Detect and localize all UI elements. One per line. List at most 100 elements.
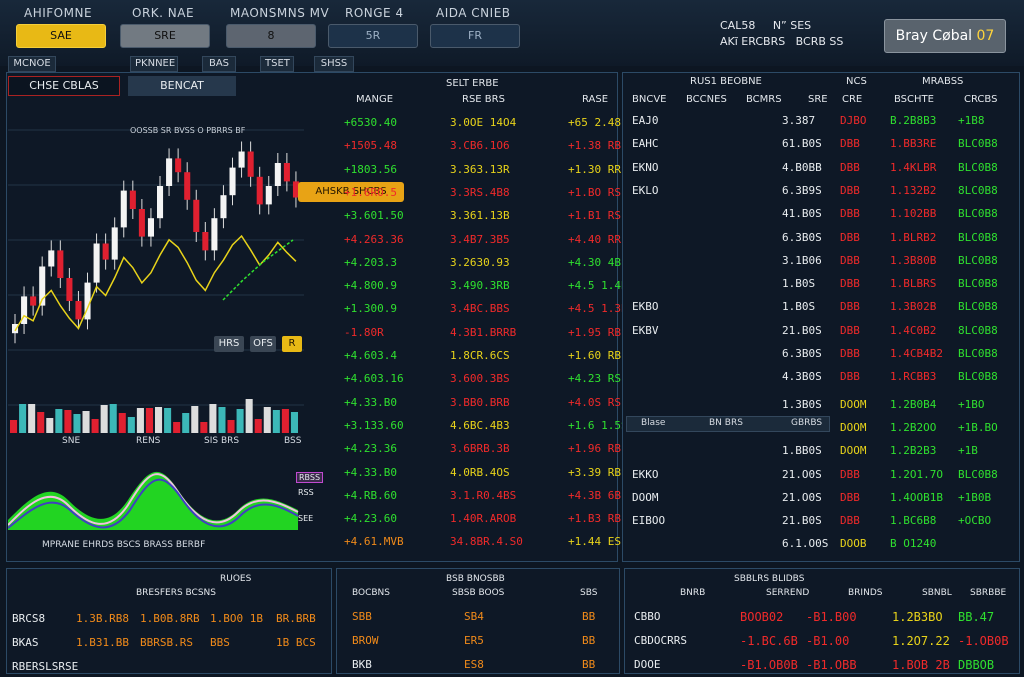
- axis-label-2: RENS: [136, 436, 161, 446]
- toolbar-button-2[interactable]: SRE: [120, 24, 210, 48]
- candle: [256, 176, 263, 205]
- order-book-tab-2[interactable]: BN BRS: [709, 418, 743, 428]
- order-book-price: 1.RCBB3: [890, 370, 937, 384]
- bottom-3-header: BNRB: [680, 588, 706, 598]
- volume-bar: [182, 413, 190, 433]
- order-book-symbol: EAHC: [632, 137, 659, 151]
- order-book-size: 1.B0S: [782, 300, 816, 314]
- order-book-total: +OCBO: [958, 514, 992, 528]
- candle: [120, 190, 127, 228]
- quote-cell-change: +4.23.60: [344, 512, 397, 526]
- candle: [193, 199, 200, 232]
- tab-2[interactable]: PKNNEE: [130, 56, 178, 72]
- order-book-side: DOOM: [840, 420, 867, 434]
- left-tab-second[interactable]: BENCAT: [128, 76, 236, 96]
- bottom-3-cell: -1.OB0B: [958, 634, 1009, 648]
- tab-1[interactable]: MCNOE: [8, 56, 56, 72]
- order-book-symbol: EKBO: [632, 300, 659, 314]
- quote-cell-price: 3.363.13R: [450, 162, 510, 176]
- candle: [129, 190, 136, 209]
- volume-bar: [55, 409, 63, 433]
- volume-bar: [10, 420, 18, 433]
- menu-item-1[interactable]: AHIFOMNE: [24, 6, 92, 20]
- quote-cell-price: 4.6BC.4B3: [450, 418, 510, 432]
- bottom-2-cell: BB: [582, 658, 596, 671]
- bottom-1-cell: BBS: [210, 636, 230, 649]
- order-book-side: DBB: [840, 253, 860, 267]
- order-book-tab-3[interactable]: GBRBS: [791, 418, 822, 428]
- menu-item-3[interactable]: MAONSMNS MV: [230, 6, 329, 20]
- quote-cell-price: 3.BB0.BRB: [450, 395, 510, 409]
- order-book-symbol: EKLO: [632, 183, 659, 197]
- order-book-price: 1.3B02B: [890, 300, 937, 314]
- quote-cell-rate: +1.44 ES: [568, 535, 621, 549]
- quote-cell-change: -1.80R: [344, 325, 384, 339]
- quote-cell-rate: +4.0S RS: [568, 395, 621, 409]
- tab-4[interactable]: TSET: [260, 56, 294, 72]
- quote-cell-change: +1803.56: [344, 162, 397, 176]
- bottom-2-cell: BB: [582, 634, 596, 647]
- candle: [66, 278, 73, 301]
- candle: [211, 218, 218, 251]
- quote-cell-rate: +4.5 1.3B: [568, 302, 628, 316]
- toolbar-button-1[interactable]: SAE: [16, 24, 106, 48]
- quote-cell-change: +1.300.9: [344, 302, 397, 316]
- buy-button[interactable]: Bray Cøbal 07: [884, 19, 1006, 53]
- menu-item-2[interactable]: ORK. NAE: [132, 6, 194, 20]
- left-tab-active[interactable]: CHSE CBLAS: [8, 76, 120, 96]
- quote-cell-rate: +1.BO RS: [568, 185, 621, 199]
- quote-cell-price: 3.CB6.1O6: [450, 139, 510, 153]
- tab-3[interactable]: BAS: [202, 56, 236, 72]
- order-book-total: +1BO: [958, 397, 985, 411]
- order-book-total: BLC0B8: [958, 137, 998, 151]
- candle: [220, 195, 227, 219]
- quote-cell-price: 3.600.3BS: [450, 372, 510, 386]
- toolbar-button-4[interactable]: 5R: [328, 24, 418, 48]
- volume-bar: [127, 417, 135, 433]
- quote-cell-change: +4.33.B0: [344, 395, 397, 409]
- quotes-header-2: RSE BRS: [462, 94, 505, 105]
- order-book-tab-1[interactable]: Blase: [641, 418, 665, 428]
- order-book-total: BLC0B8: [958, 160, 998, 174]
- order-book-side: DBB: [840, 207, 860, 221]
- volume-bar: [227, 420, 235, 433]
- toolbar-button-5[interactable]: FR: [430, 24, 520, 48]
- order-book-total: BLC0B8: [958, 300, 998, 314]
- volume-bar: [91, 419, 99, 433]
- order-book-header: BCCNES: [686, 94, 727, 105]
- order-book-price: 1.2B2OO: [890, 420, 937, 434]
- order-book-subtitle-right: MRABSS: [922, 76, 964, 87]
- axis-label-3: SIS BRS: [204, 436, 240, 446]
- bottom-panel-3-title: SBBLRS BLIDBS: [734, 574, 805, 584]
- order-book-size: 1.B0S: [782, 277, 816, 291]
- volume-bar: [145, 408, 153, 433]
- bottom-panel-2-title: BSB BNOSBB: [446, 574, 505, 584]
- tab-5[interactable]: SHSS: [314, 56, 354, 72]
- bottom-3-cell: -B1.B00: [806, 610, 857, 624]
- bottom-2-cell: ES8: [464, 658, 484, 671]
- order-book-size: 4.3B0S: [782, 370, 822, 384]
- bottom-2-cell: ER5: [464, 634, 484, 647]
- bottom-1-cell: 1.BO0 1B: [210, 612, 263, 625]
- candle: [30, 296, 37, 306]
- volume-bar: [236, 409, 244, 433]
- bottom-2-label: BKB: [352, 658, 372, 671]
- order-book-side: DBB: [840, 183, 860, 197]
- candle: [111, 227, 118, 260]
- toolbar-button-3[interactable]: 8: [226, 24, 316, 48]
- order-book-header: BSCHTE: [894, 94, 934, 105]
- bottom-3-cell: BB.47: [958, 610, 995, 624]
- quote-cell-price: 3.3RS.4B8: [450, 185, 510, 199]
- order-book-price: 1.BLBRS: [890, 277, 937, 291]
- order-book-header: CRE: [842, 94, 863, 105]
- candle: [184, 172, 191, 200]
- menu-item-5[interactable]: AIDA CNIEB: [436, 6, 511, 20]
- order-book-price: 1.102BB: [890, 207, 937, 221]
- quote-cell-change: +3.601.50: [344, 209, 404, 223]
- bottom-panel-1-subtitle: BRESFERS BCSNS: [136, 588, 216, 598]
- clock-line-2: AKĩ ERCBRS BCRB SS: [720, 35, 844, 48]
- quote-cell-rate: +1.B3 RB: [568, 512, 621, 526]
- order-book-side: DBB: [840, 277, 860, 291]
- order-book-total: BLC0B8: [958, 277, 998, 291]
- menu-item-4[interactable]: RONGE 4: [345, 6, 404, 20]
